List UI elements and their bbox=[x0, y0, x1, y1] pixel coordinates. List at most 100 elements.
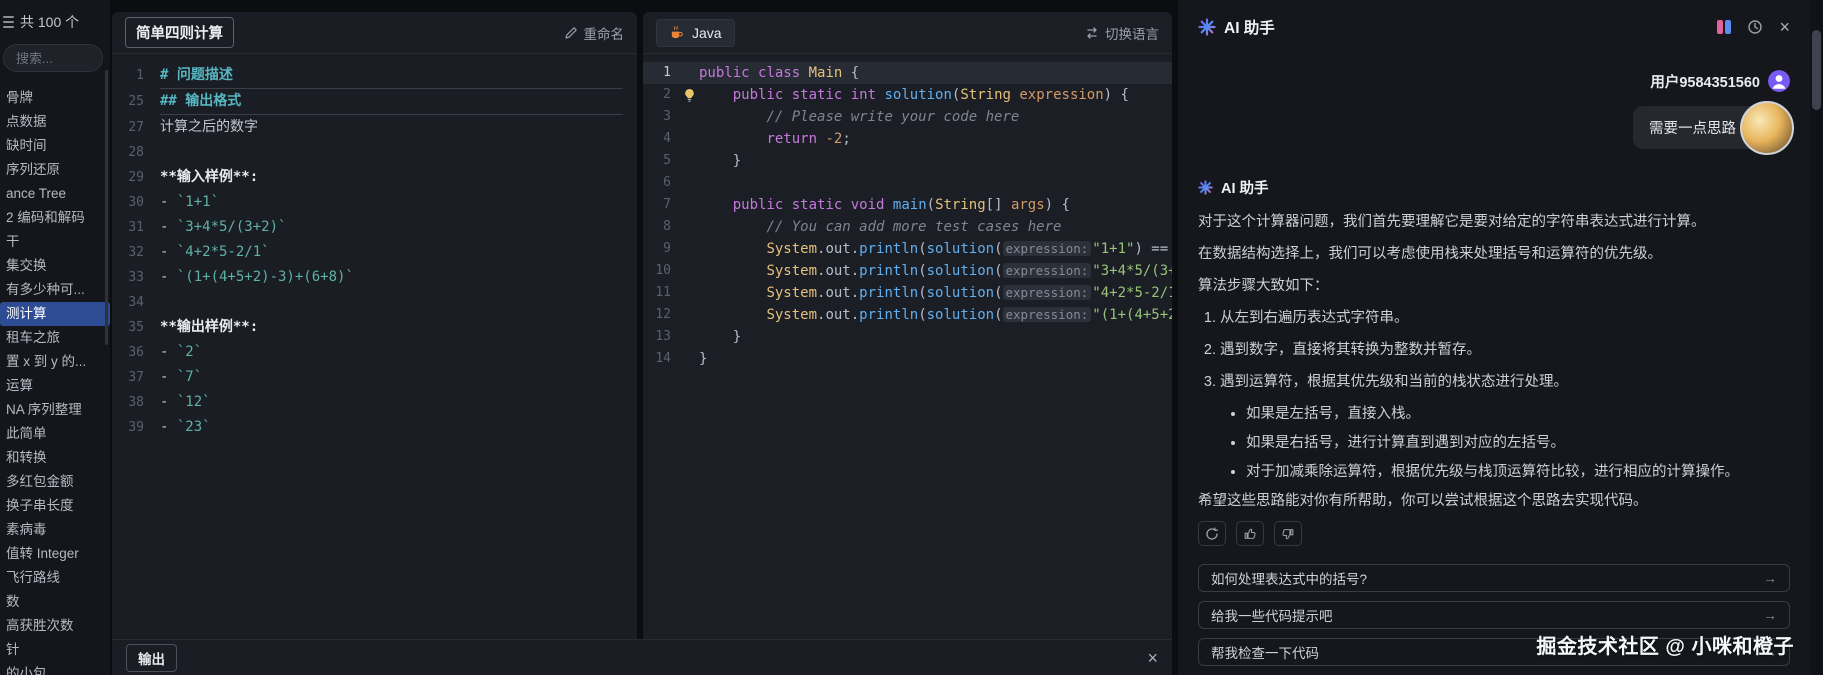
markdown-line[interactable]: 33- `(1+(4+5+2)-3)+(6+8)` bbox=[112, 265, 637, 290]
thumbs-down-icon[interactable] bbox=[1274, 521, 1302, 546]
ai-paragraph: 算法步骤大致如下： bbox=[1198, 276, 1790, 296]
code-line[interactable]: 2 public static int solution(String expr… bbox=[643, 84, 1172, 106]
page-scrollbar bbox=[1810, 0, 1823, 675]
ai-paragraph: 在数据结构选择上，我们可以考虑使用栈来处理括号和运算符的优先级。 bbox=[1198, 244, 1790, 264]
code-line[interactable]: 5 } bbox=[643, 150, 1172, 172]
sidebar-item[interactable]: 骨牌 bbox=[0, 86, 110, 110]
code-line[interactable]: 11 System.out.println(solution(expressio… bbox=[643, 282, 1172, 304]
line-number: 4 bbox=[643, 128, 679, 150]
code-line[interactable]: 14} bbox=[643, 348, 1172, 370]
code-line[interactable]: 4 return -2; bbox=[643, 128, 1172, 150]
markdown-line[interactable]: 37- `7` bbox=[112, 365, 637, 390]
page-scrollbar-thumb[interactable] bbox=[1812, 30, 1821, 110]
search-input[interactable] bbox=[3, 44, 103, 72]
user-avatar-icon bbox=[1768, 70, 1790, 92]
sidebar-item[interactable]: 集交换 bbox=[0, 254, 110, 278]
line-number: 12 bbox=[643, 304, 679, 326]
problem-count-label: 共 100 个 bbox=[20, 12, 79, 32]
pencil-icon bbox=[564, 26, 578, 40]
sidebar-item[interactable]: 2 编码和解码 bbox=[0, 206, 110, 230]
floating-avatar[interactable] bbox=[1740, 101, 1794, 155]
line-number: 25 bbox=[112, 89, 160, 114]
sidebar-item[interactable]: NA 序列整理 bbox=[0, 398, 110, 422]
markdown-line[interactable]: 1# 问题描述 bbox=[112, 63, 637, 89]
code-lines: 1public class Main {2 public static int … bbox=[643, 54, 1172, 370]
sidebar-item[interactable]: 数 bbox=[0, 590, 110, 614]
code-line[interactable]: 13 } bbox=[643, 326, 1172, 348]
sidebar-item[interactable]: 值转 Integer bbox=[0, 542, 110, 566]
sidebar-item[interactable]: ance Tree bbox=[0, 182, 110, 206]
language-tab[interactable]: Java bbox=[656, 19, 735, 47]
code-line[interactable]: 7 public static void main(String[] args)… bbox=[643, 194, 1172, 216]
code-line[interactable]: 10 System.out.println(solution(expressio… bbox=[643, 260, 1172, 282]
markdown-line[interactable]: 30- `1+1` bbox=[112, 190, 637, 215]
sidebar-item[interactable]: 置 x 到 y 的... bbox=[0, 350, 110, 374]
ai-message-author: AI 助手 bbox=[1221, 177, 1269, 198]
lightbulb-icon[interactable] bbox=[679, 88, 699, 103]
rename-button[interactable]: 重命名 bbox=[564, 23, 625, 43]
thumbs-up-icon[interactable] bbox=[1236, 521, 1264, 546]
line-number: 34 bbox=[112, 290, 160, 315]
markdown-line[interactable]: 28 bbox=[112, 140, 637, 165]
sidebar-item[interactable]: 测计算 bbox=[0, 302, 110, 326]
line-number: 14 bbox=[643, 348, 679, 370]
code-line[interactable]: 12 System.out.println(solution(expressio… bbox=[643, 304, 1172, 326]
regenerate-icon[interactable] bbox=[1198, 521, 1226, 546]
output-panel: 输出 × bbox=[112, 639, 1172, 675]
sidebar-item[interactable]: 干 bbox=[0, 230, 110, 254]
code-line[interactable]: 9 System.out.println(solution(expression… bbox=[643, 238, 1172, 260]
suggestion-button[interactable]: 如何处理表达式中的括号?→ bbox=[1198, 564, 1790, 592]
line-number: 13 bbox=[643, 326, 679, 348]
markdown-line[interactable]: 31- `3+4*5/(3+2)` bbox=[112, 215, 637, 240]
output-close-icon[interactable]: × bbox=[1147, 649, 1158, 667]
switch-language-button[interactable]: 切换语言 bbox=[1085, 23, 1159, 43]
sidebar-item[interactable]: 和转换 bbox=[0, 446, 110, 470]
line-number: 2 bbox=[643, 84, 679, 106]
sidebar-item[interactable]: 多红包金额 bbox=[0, 470, 110, 494]
sidebar-item[interactable]: 缺时间 bbox=[0, 134, 110, 158]
color-bars-icon[interactable] bbox=[1717, 20, 1731, 34]
line-number: 33 bbox=[112, 265, 160, 290]
ai-step: 遇到运算符，根据其优先级和当前的栈状态进行处理。 bbox=[1220, 372, 1790, 392]
markdown-line[interactable]: 27计算之后的数字 bbox=[112, 115, 637, 140]
sidebar-item[interactable]: 针 bbox=[0, 638, 110, 662]
ai-sparkle-icon bbox=[1198, 18, 1216, 36]
markdown-line[interactable]: 32- `4+2*5-2/1` bbox=[112, 240, 637, 265]
markdown-line[interactable]: 34 bbox=[112, 290, 637, 315]
problem-sidebar: 共 100 个 骨牌点数据缺时间序列还原ance Tree2 编码和解码干集交换… bbox=[0, 0, 110, 675]
code-line[interactable]: 3 // Please write your code here bbox=[643, 106, 1172, 128]
sidebar-item[interactable]: 飞行路线 bbox=[0, 566, 110, 590]
sidebar-item[interactable]: 素病毒 bbox=[0, 518, 110, 542]
markdown-line[interactable]: 39- `23` bbox=[112, 415, 637, 440]
output-tab[interactable]: 输出 bbox=[126, 644, 177, 672]
sidebar-item[interactable]: 有多少种可... bbox=[0, 278, 110, 302]
ai-close-icon[interactable]: × bbox=[1779, 18, 1790, 36]
ai-paragraph: 对于这个计算器问题，我们首先要理解它是要对给定的字符串表达式进行计算。 bbox=[1198, 212, 1790, 232]
suggestion-button[interactable]: 给我一些代码提示吧→ bbox=[1198, 601, 1790, 629]
ai-steps-list: 从左到右遍历表达式字符串。遇到数字，直接将其转换为整数并暂存。遇到运算符，根据其… bbox=[1198, 308, 1790, 392]
line-number: 39 bbox=[112, 415, 160, 440]
code-line[interactable]: 6 bbox=[643, 172, 1172, 194]
ai-substep: 对于加减乘除运算符，根据优先级与栈顶运算符比较，进行相应的计算操作。 bbox=[1246, 462, 1790, 482]
sidebar-item[interactable]: 此简单 bbox=[0, 422, 110, 446]
markdown-line[interactable]: 29**输入样例**: bbox=[112, 165, 637, 190]
markdown-line[interactable]: 36- `2` bbox=[112, 340, 637, 365]
code-line[interactable]: 1public class Main { bbox=[643, 62, 1172, 84]
sidebar-item[interactable]: 序列还原 bbox=[0, 158, 110, 182]
markdown-line[interactable]: 35**输出样例**: bbox=[112, 315, 637, 340]
markdown-line[interactable]: 25## 输出格式 bbox=[112, 89, 637, 115]
line-number: 8 bbox=[643, 216, 679, 238]
sidebar-item[interactable]: 运算 bbox=[0, 374, 110, 398]
markdown-line[interactable]: 38- `12` bbox=[112, 390, 637, 415]
sidebar-item[interactable]: 高获胜次数 bbox=[0, 614, 110, 638]
ai-assistant-panel: AI 助手 × 用户9584351560 bbox=[1178, 0, 1810, 675]
sidebar-item[interactable]: 租车之旅 bbox=[0, 326, 110, 350]
sidebar-scrollbar[interactable] bbox=[105, 70, 108, 345]
sidebar-item[interactable]: 的小包 bbox=[0, 662, 110, 675]
line-number: 29 bbox=[112, 165, 160, 190]
problem-title: 简单四则计算 bbox=[125, 17, 234, 48]
sidebar-item[interactable]: 换子串长度 bbox=[0, 494, 110, 518]
sidebar-item[interactable]: 点数据 bbox=[0, 110, 110, 134]
history-icon[interactable] bbox=[1747, 19, 1763, 35]
code-line[interactable]: 8 // You can add more test cases here bbox=[643, 216, 1172, 238]
